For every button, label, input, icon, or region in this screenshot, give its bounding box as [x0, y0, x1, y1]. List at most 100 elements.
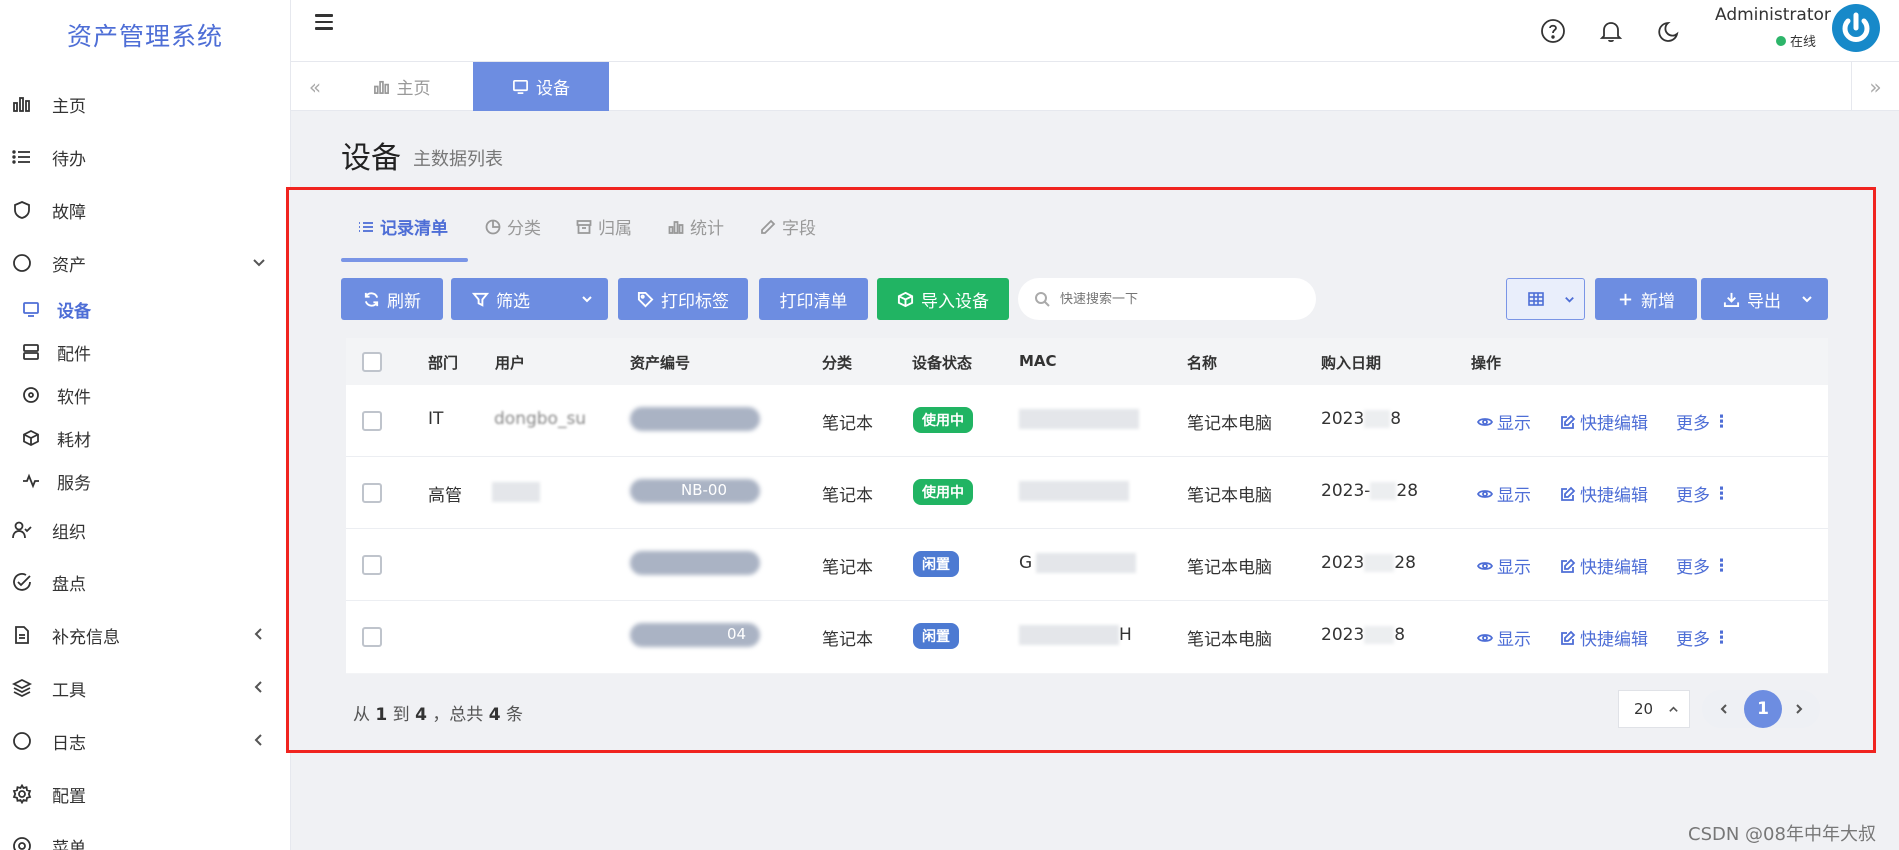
- page-number-current[interactable]: 1: [1744, 690, 1782, 728]
- avatar[interactable]: [1832, 4, 1880, 52]
- print-list-button[interactable]: 打印清单: [759, 278, 868, 320]
- row-checkbox[interactable]: [362, 411, 382, 431]
- grid-icon: [1528, 292, 1544, 306]
- pencil-icon: [761, 219, 776, 234]
- cube-icon: [21, 428, 41, 448]
- sidebar-subitem-service[interactable]: 服务: [0, 461, 291, 501]
- device-table: 部门 用户 资产编号 分类 设备状态 MAC 名称 购入日期 操作 IT don…: [346, 338, 1828, 674]
- quick-edit-link[interactable]: 快捷编辑: [1560, 553, 1648, 578]
- search-box[interactable]: [1018, 278, 1316, 320]
- tab-device[interactable]: 设备: [473, 62, 609, 111]
- add-button[interactable]: 新增: [1595, 278, 1697, 320]
- date-cell: 2023 8: [1321, 409, 1401, 429]
- disc-icon: [21, 385, 41, 405]
- bar-chart-icon: [373, 80, 389, 94]
- date-cell: 2023 8: [1321, 625, 1405, 645]
- column-header[interactable]: 资产编号: [630, 352, 690, 373]
- active-tab-indicator: [341, 258, 468, 262]
- row-checkbox[interactable]: [362, 483, 382, 503]
- summary-total-label: ，总共: [432, 705, 484, 725]
- row-checkbox[interactable]: [362, 627, 382, 647]
- refresh-button[interactable]: 刷新: [341, 278, 443, 320]
- sidebar-item-fault[interactable]: 故障: [0, 190, 291, 230]
- table-row[interactable]: 高管 NB-00 笔记本 使用中 笔记本电脑 2023- 28 显示 快捷编辑 更…: [346, 457, 1828, 529]
- column-header[interactable]: 部门: [428, 352, 458, 373]
- menu-toggle-icon[interactable]: [315, 14, 335, 32]
- import-device-button[interactable]: 导入设备: [877, 278, 1009, 320]
- prev-page-button[interactable]: [1714, 699, 1734, 719]
- content-tab-ownership[interactable]: 归属: [576, 214, 632, 239]
- eye-icon: [1477, 633, 1493, 642]
- column-header[interactable]: 名称: [1187, 352, 1217, 373]
- sidebar-subitem-accessory[interactable]: 配件: [0, 332, 291, 372]
- sidebar-item-log[interactable]: 日志: [0, 721, 291, 761]
- bell-icon[interactable]: [1598, 18, 1624, 44]
- table-row[interactable]: 笔记本 闲置 G 笔记本电脑 2023 28 显示 快捷编辑 更多 ⋮: [346, 529, 1828, 601]
- sidebar: 资产管理系统 主页 待办 故障 资产 设备 配件 软件 耗材 服务 组织 盘点 …: [0, 0, 291, 850]
- mac-redacted: [1036, 553, 1136, 573]
- print-label-button[interactable]: 打印标签: [618, 278, 748, 320]
- table-row[interactable]: 04 笔记本 闲置 H 笔记本电脑 2023 8 显示 快捷编辑 更多 ⋮: [346, 601, 1828, 673]
- export-button[interactable]: 导出: [1701, 278, 1828, 320]
- tabs-scroll-left-icon[interactable]: «: [291, 62, 339, 111]
- sidebar-item-tools[interactable]: 工具: [0, 668, 291, 708]
- chevron-down-icon[interactable]: [580, 291, 594, 311]
- status-badge: 闲置: [913, 623, 959, 649]
- show-link[interactable]: 显示: [1477, 481, 1531, 506]
- mac-redacted: [1019, 625, 1119, 645]
- tab-home[interactable]: 主页: [340, 62, 463, 111]
- column-header[interactable]: 设备状态: [912, 352, 972, 373]
- show-link[interactable]: 显示: [1477, 553, 1531, 578]
- more-link[interactable]: 更多 ⋮: [1676, 625, 1730, 651]
- search-input[interactable]: [1060, 291, 1280, 307]
- column-header[interactable]: 分类: [822, 352, 852, 373]
- content-tab-statistics[interactable]: 统计: [668, 214, 724, 239]
- content-tab-fields[interactable]: 字段: [760, 214, 816, 239]
- next-page-button[interactable]: [1789, 699, 1809, 719]
- sidebar-subitem-software[interactable]: 软件: [0, 375, 291, 415]
- column-header[interactable]: 用户: [495, 352, 525, 373]
- tabs-scroll-right-icon[interactable]: »: [1851, 62, 1899, 111]
- column-header[interactable]: 操作: [1471, 352, 1501, 373]
- more-link[interactable]: 更多 ⋮: [1676, 409, 1730, 435]
- content-tab-label: 字段: [782, 219, 816, 239]
- sidebar-subitem-consumable[interactable]: 耗材: [0, 418, 291, 458]
- sidebar-item-todo[interactable]: 待办: [0, 137, 291, 177]
- column-header[interactable]: 购入日期: [1321, 352, 1381, 373]
- quick-edit-link[interactable]: 快捷编辑: [1560, 409, 1648, 434]
- page-size-select[interactable]: 20: [1618, 690, 1690, 728]
- asset-no-redacted: [630, 551, 760, 575]
- sidebar-item-menu[interactable]: 菜单: [0, 826, 291, 850]
- more-link[interactable]: 更多 ⋮: [1676, 553, 1730, 579]
- sidebar-item-inventory[interactable]: 盘点: [0, 562, 291, 602]
- chevron-up-icon: [1669, 706, 1678, 712]
- more-label: 更多: [1676, 630, 1710, 650]
- show-link[interactable]: 显示: [1477, 409, 1531, 434]
- activity-icon: [21, 471, 41, 491]
- sidebar-item-asset[interactable]: 资产: [0, 243, 291, 283]
- column-header[interactable]: MAC: [1019, 352, 1057, 370]
- select-all-checkbox[interactable]: [362, 352, 382, 372]
- help-icon[interactable]: [1540, 18, 1566, 44]
- sidebar-item-home[interactable]: 主页: [0, 84, 291, 124]
- quick-edit-link[interactable]: 快捷编辑: [1560, 481, 1648, 506]
- sidebar-item-extra-info[interactable]: 补充信息: [0, 615, 291, 655]
- user-name[interactable]: Administrator: [1715, 5, 1831, 25]
- row-checkbox[interactable]: [362, 555, 382, 575]
- sidebar-item-config[interactable]: 配置: [0, 774, 291, 814]
- moon-icon[interactable]: [1657, 18, 1683, 44]
- column-view-dropdown[interactable]: [1506, 278, 1585, 320]
- sidebar-subitem-device[interactable]: 设备: [0, 289, 291, 329]
- sidebar-item-org[interactable]: 组织: [0, 510, 291, 550]
- show-link[interactable]: 显示: [1477, 625, 1531, 650]
- table-row[interactable]: IT dongbo_su 笔记本 使用中 笔记本电脑 2023 8 显示 快捷编辑…: [346, 385, 1828, 457]
- show-label: 显示: [1497, 414, 1531, 434]
- filter-button[interactable]: 筛选: [451, 278, 608, 320]
- chevron-down-icon[interactable]: [1800, 291, 1814, 311]
- more-link[interactable]: 更多 ⋮: [1676, 481, 1730, 507]
- content-tab-records[interactable]: 记录清单: [358, 214, 448, 239]
- date-prefix: 2023-: [1321, 481, 1371, 501]
- content-tab-category[interactable]: 分类: [485, 214, 541, 239]
- quick-edit-link[interactable]: 快捷编辑: [1560, 625, 1648, 650]
- gear-icon: [11, 835, 33, 850]
